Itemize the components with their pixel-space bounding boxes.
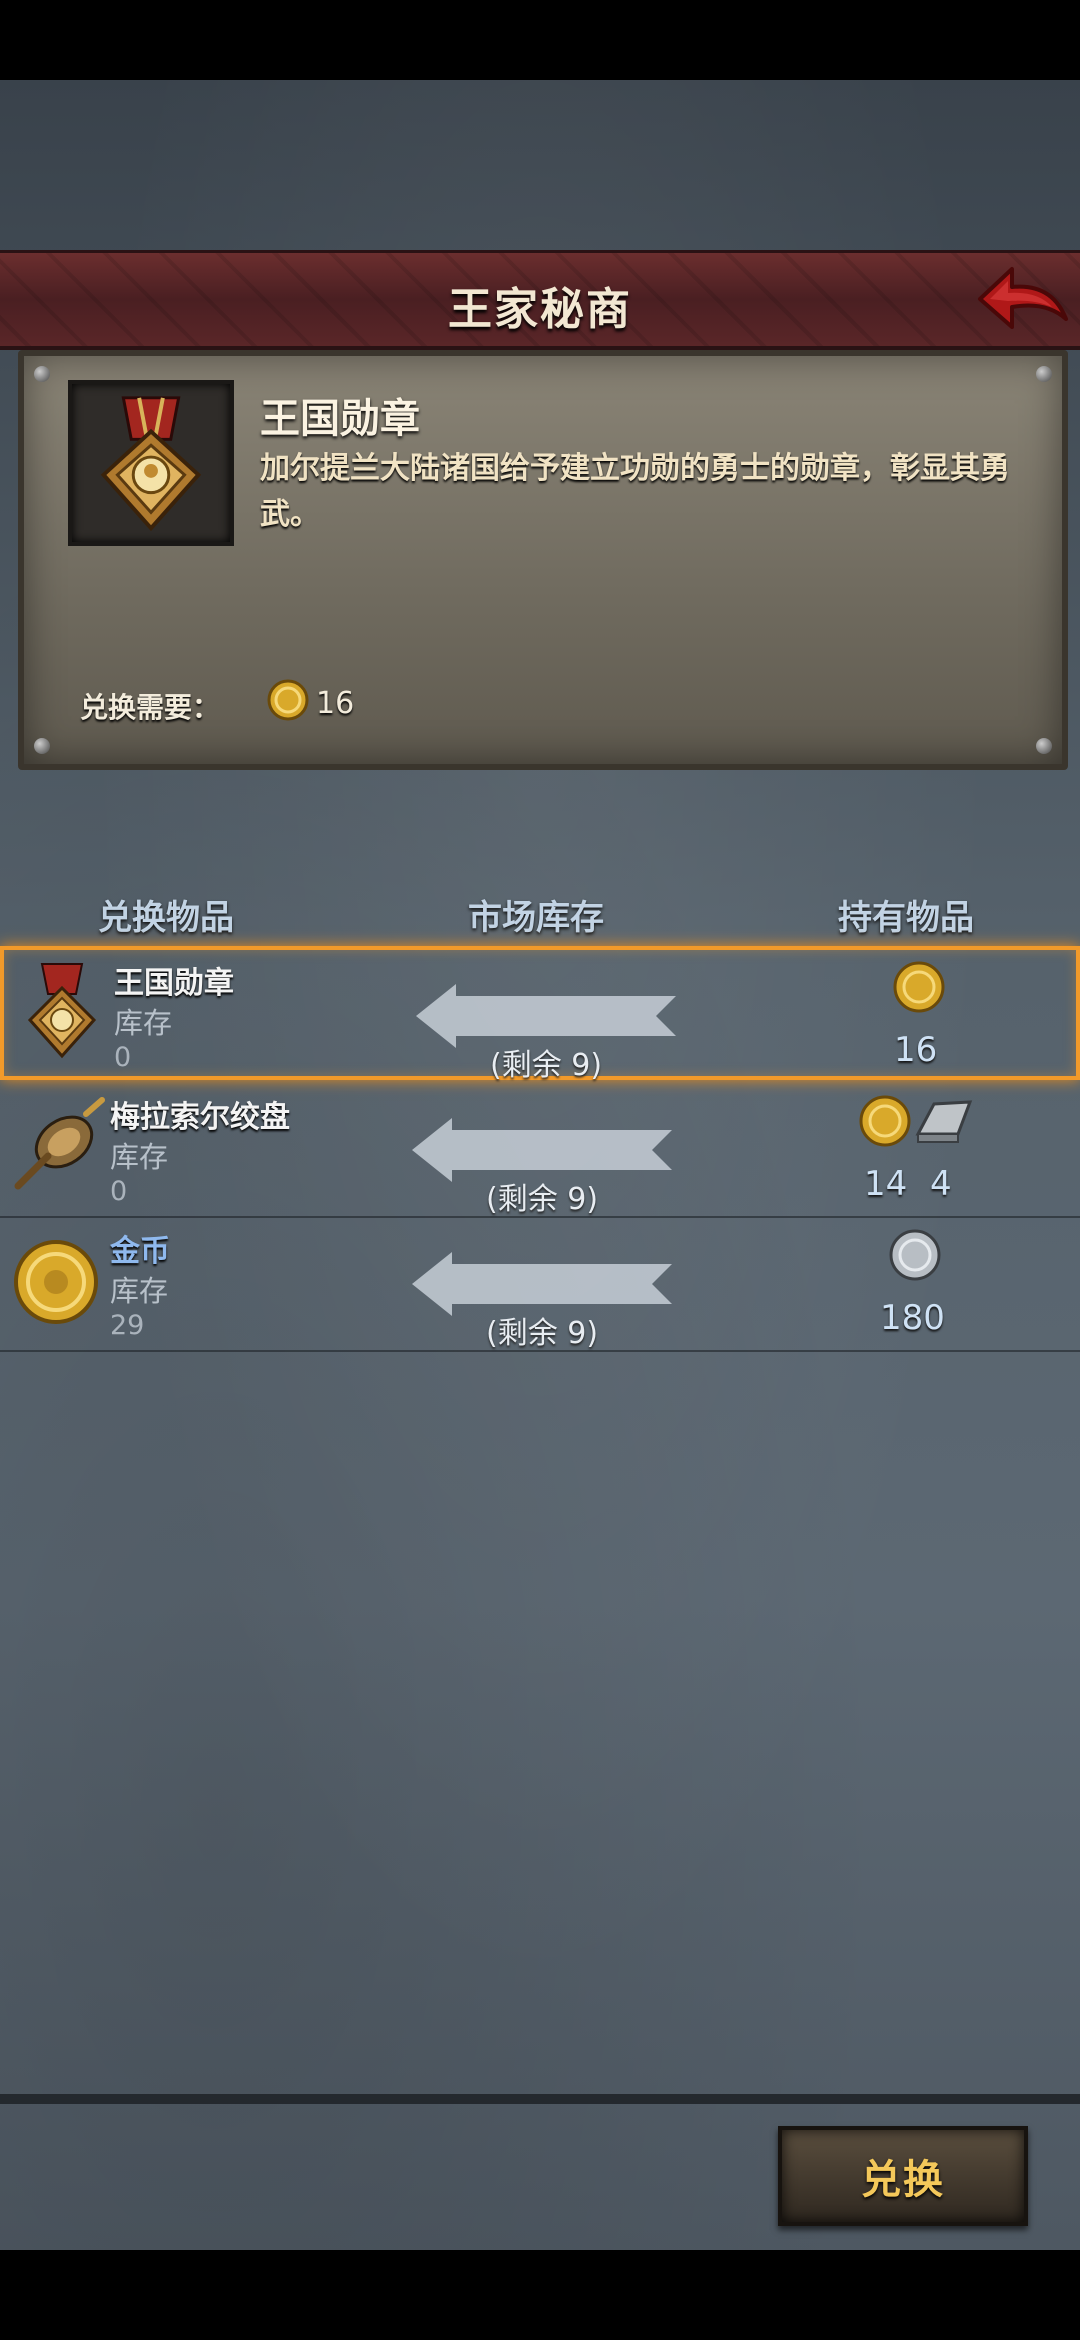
row-stock-value: 0 (110, 1176, 128, 1207)
gold-coin-icon (14, 1240, 98, 1324)
exchange-row-gold-coin[interactable]: 金币 库存 29 (剩余 9) 180 (0, 1218, 1080, 1352)
gold-coin-icon (859, 1095, 911, 1147)
item-detail-panel: 王国勋章 加尔提兰大陆诸国给予建立功勋的勇士的勋章，彰显其勇武。 兑换需要： 1… (18, 350, 1068, 770)
row-stock-value: 29 (110, 1310, 145, 1341)
cost-label: 兑换需要： (80, 691, 221, 724)
row-stock-label: 库存 (110, 1274, 169, 1308)
row-item-name: 王国勋章 (114, 966, 234, 1001)
medal-icon (27, 963, 97, 1059)
item-description: 加尔提兰大陆诸国给予建立功勋的勇士的勋章，彰显其勇武。 (260, 451, 1010, 532)
row-owned-value: 14 (864, 1164, 908, 1204)
row-owned-value: 180 (880, 1298, 945, 1338)
exchange-row-kingdom-medal[interactable]: 王国勋章 库存 0 (剩余 9) 16 (0, 946, 1080, 1083)
column-header-market-stock: 市场库存 (468, 898, 604, 938)
exchange-row-winch[interactable]: 梅拉索尔绞盘 库存 0 (剩余 9) 14 4 (0, 1084, 1080, 1218)
exchange-button-label: 兑换 (861, 2157, 945, 2203)
row-owned-value: 16 (894, 1030, 938, 1070)
silver-coin-icon (889, 1229, 941, 1281)
back-arrow-icon[interactable] (972, 261, 1072, 341)
row-stock-label: 库存 (110, 1140, 169, 1174)
winch-icon (14, 1097, 105, 1190)
row-remaining: (剩余 9) (490, 1048, 603, 1083)
item-name: 王国勋章 (260, 396, 420, 442)
row-stock-label: 库存 (114, 1006, 173, 1040)
iron-ingot-icon (915, 1100, 973, 1143)
page-title: 王家秘商 (448, 284, 632, 335)
gold-coin-icon (267, 679, 309, 721)
left-arrow-icon (412, 1252, 672, 1316)
exchange-button[interactable]: 兑换 (778, 2126, 1028, 2226)
app-screen: 王家秘商 王国勋章 加尔提兰大陆诸国给予建立功勋的勇士的勋章，彰显其勇武。 兑换… (0, 80, 1080, 2250)
footer-divider (0, 2094, 1080, 2104)
row-stock-value: 0 (114, 1042, 132, 1073)
column-header-owned-items: 持有物品 (838, 898, 974, 938)
medal-icon (100, 396, 202, 532)
left-arrow-icon (416, 984, 676, 1048)
column-header-exchange-item: 兑换物品 (98, 898, 234, 938)
row-owned-value: 4 (930, 1164, 952, 1204)
left-arrow-icon (412, 1118, 672, 1182)
row-remaining: (剩余 9) (486, 1182, 599, 1217)
cost-value: 16 (316, 686, 355, 721)
row-item-name: 金币 (110, 1234, 170, 1269)
row-item-name: 梅拉索尔绞盘 (110, 1100, 290, 1135)
item-icon-frame (68, 380, 234, 546)
gold-coin-icon (893, 961, 945, 1013)
title-banner: 王家秘商 (0, 250, 1080, 350)
row-remaining: (剩余 9) (486, 1316, 599, 1351)
